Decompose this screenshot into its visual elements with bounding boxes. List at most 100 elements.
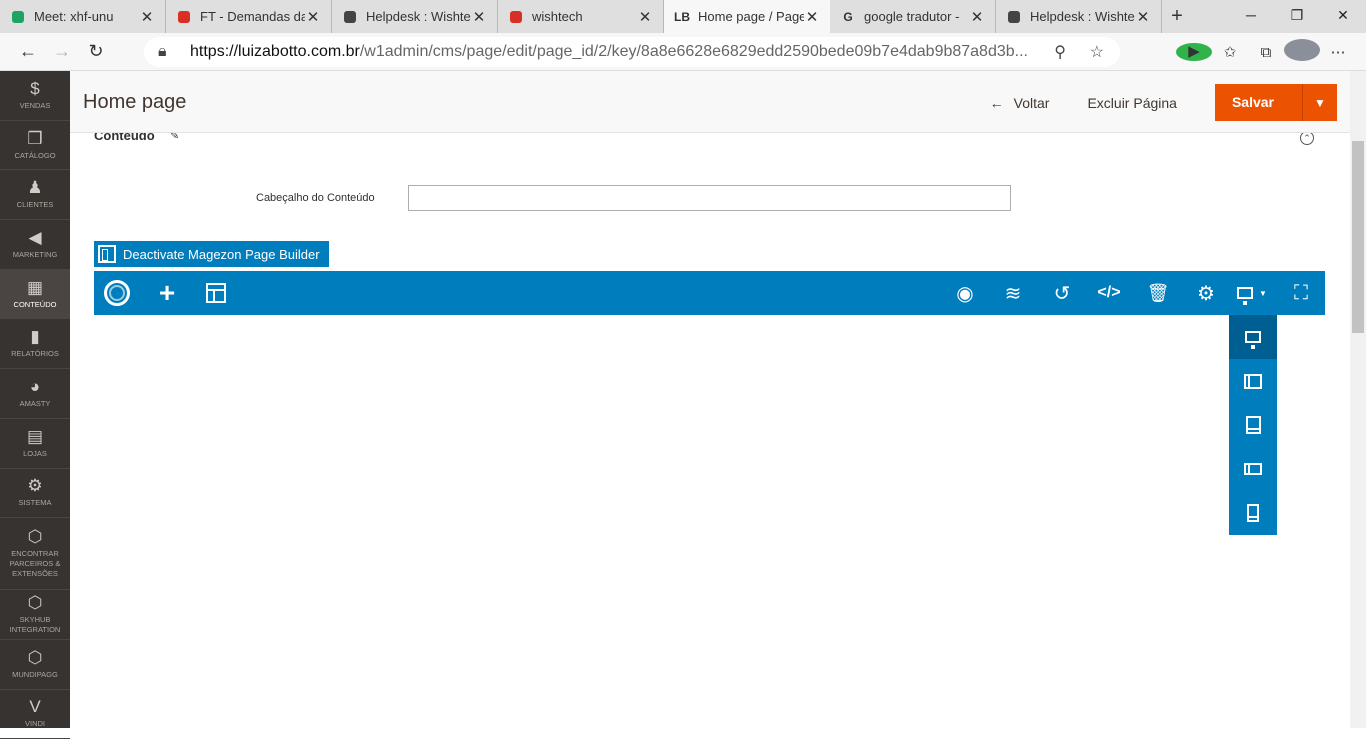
layers-icon[interactable]: ≋: [998, 271, 1028, 315]
back-button[interactable]: ← Voltar: [990, 95, 1050, 111]
sidebar-item-label: Conteúdo: [13, 299, 57, 309]
extension-play-icon[interactable]: ▶: [1176, 43, 1212, 61]
sidebar-item-label: Mundipagg: [12, 669, 58, 679]
device-mobile-portrait-option[interactable]: [1229, 491, 1277, 535]
store-icon: ▤: [26, 426, 44, 446]
code-icon[interactable]: </>: [1094, 271, 1124, 315]
sidebar-item[interactable]: ◕ Amasty: [0, 369, 70, 419]
sidebar-item[interactable]: ▦ Conteúdo: [0, 269, 70, 320]
save-button[interactable]: Salvar: [1215, 84, 1303, 121]
zoom-icon[interactable]: ⚲: [1054, 42, 1066, 62]
browser-tab[interactable]: Ggoogle tradutor - ✕: [830, 0, 996, 33]
trash-icon[interactable]: 🗑︎: [1143, 271, 1173, 315]
sidebar-item[interactable]: ⬡ Mundipagg: [0, 640, 70, 690]
close-window-icon[interactable]: ✕: [1320, 0, 1366, 33]
helpdesk-icon: [342, 9, 358, 25]
sidebar-item-label: SkyHub Integration: [9, 615, 61, 635]
deactivate-page-builder-button[interactable]: Deactivate Magezon Page Builder: [94, 241, 329, 267]
tab-title: Home page / Page: [698, 9, 804, 24]
tab-title: Meet: xhf-unu: [34, 9, 114, 24]
fullscreen-icon[interactable]: ⛶: [1286, 271, 1316, 315]
delete-label: Excluir Página: [1087, 94, 1177, 111]
content-heading-label: Cabeçalho do Conteúdo: [256, 192, 375, 204]
tablet-landscape-icon: [1244, 373, 1262, 389]
sidebar-item-label: Relatórios: [11, 349, 59, 359]
maximize-icon[interactable]: ❐: [1274, 0, 1320, 33]
collections-icon[interactable]: ⧉: [1248, 44, 1284, 61]
close-tab-icon[interactable]: ✕: [969, 8, 985, 26]
delete-page-button[interactable]: Excluir Página: [1087, 95, 1177, 111]
browser-tab[interactable]: Helpdesk : Wishte ✕: [332, 0, 498, 33]
url-field[interactable]: 🔒︎ https://luizabotto.com.br/w1admin/cms…: [144, 37, 1120, 67]
reload-icon[interactable]: ↻: [79, 41, 113, 62]
section-title[interactable]: Conteúdo: [94, 133, 155, 143]
minimize-icon[interactable]: ─: [1228, 0, 1274, 33]
browser-tab[interactable]: Helpdesk : Wishte ✕: [996, 0, 1162, 33]
device-tablet-landscape-option[interactable]: [1229, 359, 1277, 403]
device-desktop-option[interactable]: [1229, 315, 1277, 359]
browser-tab[interactable]: FT - Demandas da ✕: [166, 0, 332, 33]
deactivate-label: Deactivate Magezon Page Builder: [123, 246, 320, 262]
sidebar-item-label: Vendas: [19, 100, 51, 110]
scrollbar-thumb[interactable]: [1352, 141, 1364, 333]
sidebar-item-label: Lojas: [23, 448, 47, 458]
tab-title: Helpdesk : Wishte: [1030, 9, 1135, 24]
gmail-icon: [176, 9, 192, 25]
save-dropdown-toggle[interactable]: ▼: [1303, 96, 1337, 110]
content-heading-input[interactable]: [408, 185, 1011, 211]
sidebar-item[interactable]: $ Vendas: [0, 71, 70, 121]
sidebar-item[interactable]: ♟ Clientes: [0, 170, 70, 221]
sidebar-item[interactable]: V Vindi: [0, 690, 70, 739]
page-scrollbar[interactable]: [1350, 71, 1366, 728]
collapse-icon[interactable]: ⌃: [1300, 133, 1314, 145]
header-actions: ← Voltar Excluir Página Salvar ▼: [990, 84, 1337, 121]
browser-tab[interactable]: Meet: xhf-unu ✕: [0, 0, 166, 33]
close-tab-icon[interactable]: ✕: [139, 8, 155, 26]
forward-arrow-icon[interactable]: →: [45, 41, 79, 62]
browser-tab[interactable]: wishtech ✕: [498, 0, 664, 33]
content-area: Conteúdo ✎ ⌃ Cabeçalho do Conteúdo Deact…: [70, 133, 1350, 728]
more-menu-icon[interactable]: ⋯: [1320, 43, 1356, 61]
sidebar-item[interactable]: ◀ Marketing: [0, 220, 70, 270]
hexagon-icon: ⬡: [27, 593, 43, 613]
pencil-icon[interactable]: ✎: [170, 133, 179, 142]
close-tab-icon[interactable]: ✕: [471, 8, 487, 26]
mobile-portrait-icon: [1247, 504, 1259, 522]
back-arrow-icon[interactable]: ←: [11, 41, 45, 62]
responsive-toggle[interactable]: ▼: [1229, 271, 1275, 315]
history-icon[interactable]: ↺: [1047, 271, 1077, 315]
vindi-icon: V: [29, 697, 41, 717]
layout-icon: [98, 245, 116, 263]
favorites-icon[interactable]: ✩: [1212, 43, 1248, 61]
sidebar-item[interactable]: ⚙ Sistema: [0, 469, 70, 519]
dollar-icon: $: [30, 78, 40, 98]
sidebar-item[interactable]: ▤ Lojas: [0, 419, 70, 469]
preview-eye-icon[interactable]: ◉: [950, 271, 980, 315]
sidebar-item-label: Clientes: [16, 200, 54, 210]
gear-icon: ⚙: [27, 476, 43, 496]
sidebar-item[interactable]: ⬡ Encontrar Parceiros & Extensões: [0, 518, 70, 591]
chat-icon: [508, 9, 524, 25]
save-button-group: Salvar ▼: [1214, 84, 1337, 121]
sidebar-item[interactable]: ▮ Relatórios: [0, 319, 70, 370]
settings-gear-icon[interactable]: ⚙: [1191, 271, 1221, 315]
device-mobile-landscape-option[interactable]: [1229, 447, 1277, 491]
close-tab-icon[interactable]: ✕: [637, 8, 653, 26]
url-path: /w1admin/cms/page/edit/page_id/2/key/8a8…: [359, 43, 1028, 60]
magezon-logo-icon[interactable]: [102, 271, 132, 315]
new-tab-button[interactable]: +: [1162, 0, 1192, 33]
browser-tab[interactable]: LB Home page / Page ✕: [664, 0, 830, 33]
profile-avatar[interactable]: [1284, 39, 1320, 65]
sidebar-item[interactable]: ⬡ SkyHub Integration: [0, 590, 70, 640]
add-element-icon[interactable]: +: [152, 271, 182, 315]
close-tab-icon[interactable]: ✕: [305, 8, 321, 26]
close-tab-icon[interactable]: ✕: [1135, 8, 1151, 26]
sidebar-item-label: Sistema: [18, 498, 52, 508]
star-icon[interactable]: ☆: [1090, 42, 1104, 62]
device-tablet-portrait-option[interactable]: [1229, 403, 1277, 447]
browser-tab-bar: Meet: xhf-unu ✕ FT - Demandas da ✕ Helpdesk …: [0, 0, 1366, 33]
close-tab-icon[interactable]: ✕: [804, 8, 820, 26]
templates-icon[interactable]: [201, 271, 231, 315]
address-bar: ← → ↻ 🔒︎ https://luizabotto.com.br/w1adm…: [0, 33, 1366, 71]
sidebar-item[interactable]: ❒ Catálogo: [0, 121, 70, 171]
